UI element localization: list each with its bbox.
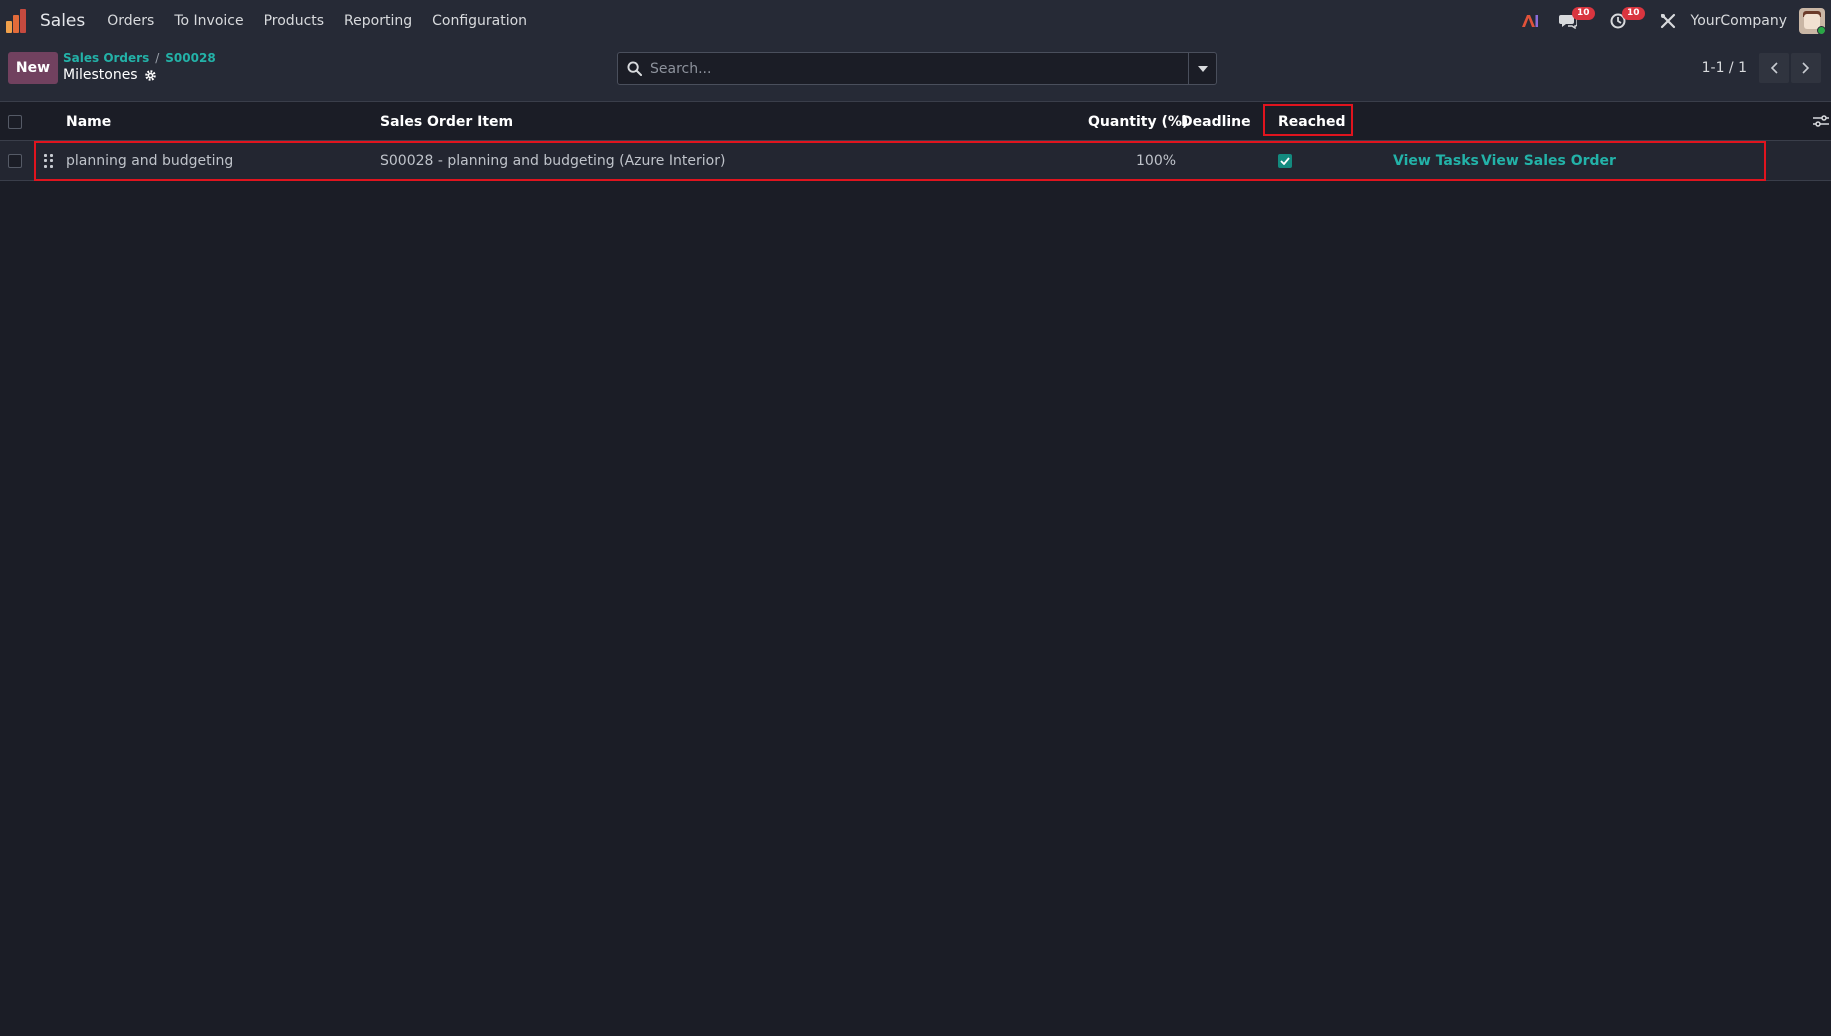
gear-icon[interactable] xyxy=(144,69,157,82)
menu-item-configuration[interactable]: Configuration xyxy=(422,0,537,42)
sales-app-icon[interactable] xyxy=(6,9,30,33)
page-title: Milestones xyxy=(63,67,138,83)
column-header-quantity[interactable]: Quantity (%) xyxy=(1088,103,1188,141)
chat-icon[interactable]: 10 xyxy=(1555,7,1595,34)
column-header-sales-order-item[interactable]: Sales Order Item xyxy=(380,103,513,141)
row-select-checkbox[interactable] xyxy=(8,154,22,168)
search-options-toggle[interactable] xyxy=(1188,53,1216,84)
company-switcher[interactable]: YourCompany xyxy=(1691,13,1788,29)
table-row[interactable]: planning and budgeting S00028 - planning… xyxy=(0,141,1831,181)
breadcrumb-sales-orders[interactable]: Sales Orders xyxy=(63,51,149,65)
column-header-deadline[interactable]: Deadline xyxy=(1181,103,1251,141)
page-title-wrap: Milestones xyxy=(63,67,157,83)
row-reached-checkbox[interactable] xyxy=(1278,154,1292,168)
activity-clock-icon[interactable]: 10 xyxy=(1605,7,1645,34)
menu-item-orders[interactable]: Orders xyxy=(97,0,164,42)
select-all-checkbox[interactable] xyxy=(8,115,22,129)
row-name[interactable]: planning and budgeting xyxy=(66,141,233,181)
column-header-name[interactable]: Name xyxy=(66,103,111,141)
search-bar xyxy=(617,52,1217,85)
user-avatar[interactable] xyxy=(1799,8,1825,34)
pager-previous-button[interactable] xyxy=(1759,53,1789,83)
drag-handle-icon[interactable] xyxy=(44,154,54,168)
checkmark-icon xyxy=(1280,157,1290,165)
column-header-reached[interactable]: Reached xyxy=(1278,103,1346,141)
breadcrumb-order[interactable]: S00028 xyxy=(165,51,215,65)
online-status-dot xyxy=(1817,26,1825,34)
view-tasks-button[interactable]: View Tasks xyxy=(1393,141,1479,181)
chevron-left-icon xyxy=(1770,62,1778,74)
search-input[interactable] xyxy=(650,53,1188,84)
control-panel: New Sales Orders / S00028 Milestones Sea… xyxy=(0,42,1831,102)
pager: 1-1 / 1 xyxy=(1702,52,1821,84)
navbar-systray: 10 10 YourCompany xyxy=(1517,0,1831,42)
new-button[interactable]: New xyxy=(8,52,58,84)
chevron-right-icon xyxy=(1802,62,1810,74)
caret-down-icon xyxy=(1197,65,1208,72)
pager-value[interactable]: 1-1 / 1 xyxy=(1702,60,1747,76)
view-sales-order-button[interactable]: View Sales Order xyxy=(1481,141,1616,181)
optional-columns-toggle-icon[interactable] xyxy=(1813,114,1831,130)
menu-item-to-invoice[interactable]: To Invoice xyxy=(164,0,253,42)
top-navbar: Sales Orders To Invoice Products Reporti… xyxy=(0,0,1831,42)
pager-next-button[interactable] xyxy=(1791,53,1821,83)
tools-icon[interactable] xyxy=(1655,8,1681,34)
row-quantity[interactable]: 100% xyxy=(1136,141,1176,181)
app-name[interactable]: Sales xyxy=(40,11,85,31)
ai-icon[interactable] xyxy=(1517,8,1543,34)
list-header: Name Sales Order Item Quantity (%) Deadl… xyxy=(0,103,1831,141)
breadcrumb: Sales Orders / S00028 xyxy=(63,51,216,65)
menu-item-products[interactable]: Products xyxy=(254,0,334,42)
chat-badge: 10 xyxy=(1571,7,1595,20)
activity-badge: 10 xyxy=(1621,7,1645,20)
menu-item-reporting[interactable]: Reporting xyxy=(334,0,422,42)
search-icon xyxy=(618,61,650,76)
row-sales-order-item[interactable]: S00028 - planning and budgeting (Azure I… xyxy=(380,141,725,181)
